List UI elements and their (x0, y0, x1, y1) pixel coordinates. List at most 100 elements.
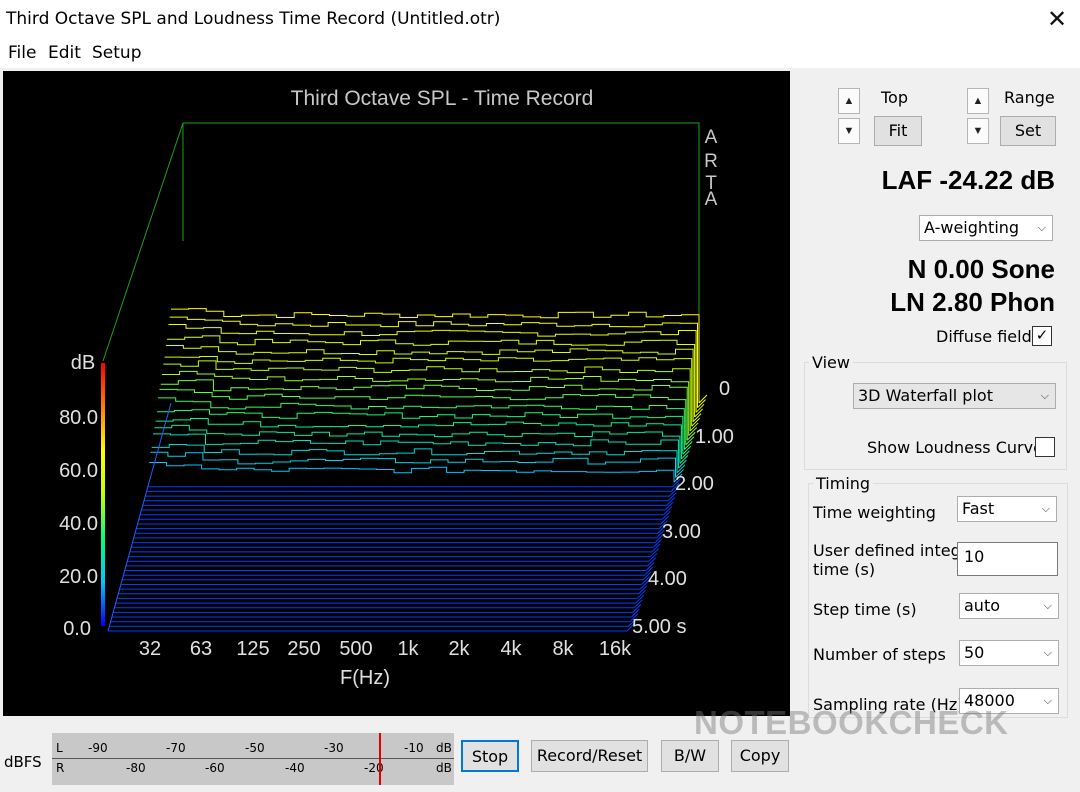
meter-tick--60: -60 (205, 761, 225, 775)
weighting-value: A-weighting (924, 218, 1020, 237)
x-tick-63: 63 (190, 638, 212, 660)
time-weighting-label: Time weighting (813, 503, 936, 522)
meter-tick--90: -90 (88, 741, 108, 755)
x-axis-label: F(Hz) (340, 667, 390, 689)
meter-tick--70: -70 (166, 741, 186, 755)
integr-label-2: time (s) (813, 560, 876, 579)
z-tick-2: 2.00 (675, 473, 714, 495)
diffuse-field-label: Diffuse field (936, 327, 1032, 346)
time-weighting-select[interactable]: Fast ⌵ (957, 496, 1057, 522)
meter-tick--10: -10 (404, 741, 424, 755)
laf-readout: LAF -24.22 dB (881, 165, 1055, 195)
y-tick-60: 60.0 (59, 460, 98, 482)
brand-letter-a: A (705, 127, 718, 148)
number-of-steps-value: 50 (964, 643, 985, 662)
y-tick-80: 80.0 (59, 407, 98, 429)
range-up-button[interactable]: ▲ (967, 88, 989, 114)
chevron-down-icon: ⌵ (1040, 389, 1049, 402)
weighting-select[interactable]: A-weighting ⌵ (919, 215, 1053, 241)
record-reset-button[interactable]: Record/Reset (531, 740, 648, 772)
meter-unit-top: dB (436, 741, 452, 755)
phon-readout: LN 2.80 Phon (890, 287, 1055, 317)
menu-file[interactable]: File (8, 43, 36, 63)
brand-letter-a2: A (705, 189, 718, 210)
meter-tick--80: -80 (126, 761, 146, 775)
y-axis-label: dB (71, 352, 95, 374)
meter-tick--50: -50 (245, 741, 265, 755)
x-tick-8k: 8k (552, 638, 574, 660)
waterfall-layer (101, 122, 708, 632)
x-tick-2k: 2k (448, 638, 470, 660)
watermark-logo: NOTEBOOKCHECK (694, 704, 1009, 741)
y-tick-20: 20.0 (59, 566, 98, 588)
show-loudness-label: Show Loudness Curves (867, 438, 1052, 457)
dbfs-label: dBFS (4, 753, 42, 771)
chevron-down-icon: ⌵ (1043, 599, 1052, 612)
meter-l-label: L (56, 741, 63, 755)
meter-tick--40: -40 (285, 761, 305, 775)
waterfall-plot: Third Octave SPL - Time Record A R T A d… (3, 71, 790, 716)
chevron-down-icon: ⌵ (1041, 502, 1050, 515)
z-tick-0: 0 (719, 378, 730, 400)
top-label: Top (881, 88, 908, 107)
waterfall-svg: Third Octave SPL - Time Record A R T A d… (59, 87, 734, 689)
z-tick-4: 4.00 (648, 568, 687, 590)
stop-button[interactable]: Stop (461, 740, 519, 772)
y-tick-40: 40.0 (59, 513, 98, 535)
x-tick-4k: 4k (500, 638, 522, 660)
time-weighting-value: Fast (962, 499, 995, 518)
x-tick-500: 500 (339, 638, 372, 660)
fit-button[interactable]: Fit (874, 116, 922, 146)
left-base-edge (107, 402, 172, 632)
x-tick-250: 250 (287, 638, 320, 660)
meter-peak-marker (379, 733, 381, 785)
show-loudness-checkbox[interactable] (1035, 437, 1055, 457)
number-of-steps-label: Number of steps (813, 645, 946, 664)
range-down-button[interactable]: ▼ (967, 118, 989, 144)
meter-divider (52, 758, 454, 759)
timing-group-title: Timing (813, 474, 874, 493)
app-window: Third Octave SPL and Loudness Time Recor… (0, 0, 1080, 792)
step-time-label: Step time (s) (813, 600, 917, 619)
bw-button[interactable]: B/W (661, 740, 719, 772)
x-tick-16k: 16k (599, 638, 632, 660)
integr-time-input[interactable]: 10 (957, 542, 1058, 576)
close-icon[interactable]: ✕ (1034, 0, 1080, 38)
title-bar: Third Octave SPL and Loudness Time Recor… (0, 0, 1080, 38)
range-label: Range (1004, 88, 1055, 107)
step-time-select[interactable]: auto ⌵ (959, 593, 1059, 619)
chevron-down-icon: ⌵ (1043, 694, 1052, 707)
meter-r-label: R (56, 761, 65, 775)
window-title: Third Octave SPL and Loudness Time Recor… (6, 9, 501, 29)
copy-button[interactable]: Copy (731, 740, 789, 772)
diffuse-field-checkbox[interactable]: ✓ (1032, 326, 1052, 346)
z-tick-3: 3.00 (662, 521, 701, 543)
brand-letter-r: R (704, 151, 718, 172)
menu-edit[interactable]: Edit (48, 43, 81, 63)
meter-unit-bottom: dB (436, 761, 452, 775)
top-up-button[interactable]: ▲ (838, 88, 860, 114)
menu-bar: File Edit Setup (0, 38, 1080, 68)
chart-title: Third Octave SPL - Time Record (291, 87, 594, 110)
sone-readout: N 0.00 Sone (907, 254, 1055, 284)
meter-tick--30: -30 (324, 741, 344, 755)
level-meter: L R -90 -70 -50 -30 -10 dB -80 -60 -40 -… (52, 733, 454, 785)
plot-type-value: 3D Waterfall plot (858, 386, 993, 405)
plot-type-select[interactable]: 3D Waterfall plot ⌵ (853, 383, 1056, 409)
colorbar (101, 363, 105, 626)
top-down-button[interactable]: ▼ (838, 118, 860, 144)
control-panel: ▲ ▼ Top Fit ▲ ▼ Range Set LAF -24.22 dB … (792, 68, 1080, 718)
set-button[interactable]: Set (1000, 116, 1056, 146)
view-group-title: View (809, 353, 853, 372)
y-tick-0: 0.0 (63, 618, 91, 640)
menu-setup[interactable]: Setup (92, 43, 141, 63)
z-tick-1: 1.00 (695, 426, 734, 448)
step-time-value: auto (964, 596, 1001, 615)
x-tick-125: 125 (236, 638, 269, 660)
z-tick-5: 5.00 s (632, 616, 686, 638)
chevron-down-icon: ⌵ (1043, 646, 1052, 659)
x-tick-1k: 1k (397, 638, 419, 660)
x-tick-32: 32 (139, 638, 161, 660)
number-of-steps-select[interactable]: 50 ⌵ (959, 640, 1059, 666)
integr-label-1: User defined integr. (813, 541, 971, 560)
